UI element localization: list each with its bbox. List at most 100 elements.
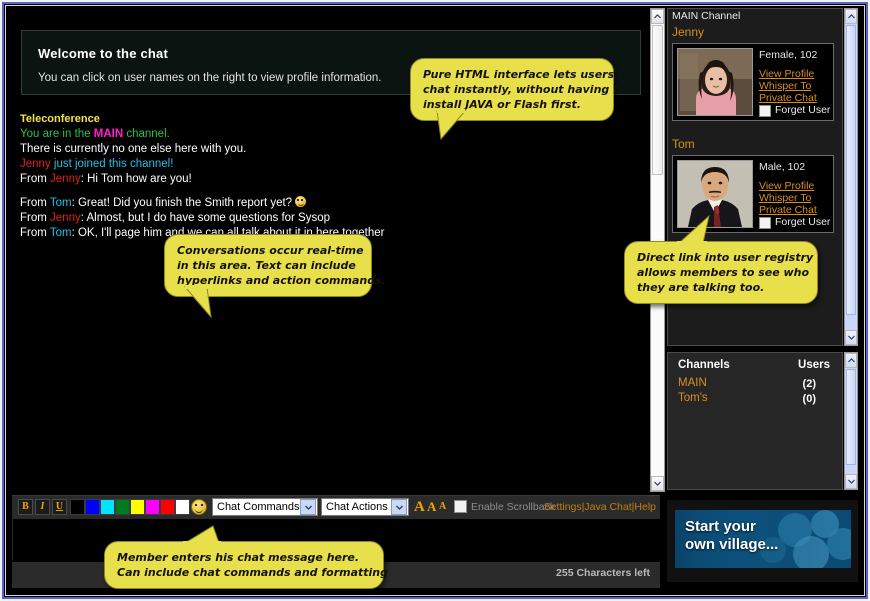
font-size-medium-button[interactable]: A	[427, 496, 436, 518]
users-scroll-down-button[interactable]	[845, 330, 857, 345]
callout-user-registry: Direct link into user registry allows me…	[624, 214, 818, 304]
transcript-segment: From	[20, 197, 50, 209]
avatar-image-jenny	[678, 49, 752, 115]
transcript-segment: Jenny	[20, 158, 51, 170]
enable-scrollback-checkbox[interactable]	[454, 500, 467, 513]
callout-html-interface: Pure HTML interface lets users chat inst…	[410, 58, 626, 141]
ad-line-1: Start your	[685, 518, 756, 535]
color-swatch[interactable]	[100, 499, 115, 515]
channel-user-count: (0)	[802, 393, 816, 405]
channels-scroll-up-button[interactable]	[845, 353, 857, 368]
private-chat-link-tom[interactable]: Private Chat	[759, 204, 817, 216]
view-profile-link-jenny[interactable]: View Profile	[759, 68, 814, 80]
transcript-segment: : Hi Tom how are you!	[80, 173, 192, 185]
color-swatch[interactable]	[175, 499, 190, 515]
chevron-down-icon[interactable]	[391, 499, 407, 515]
smiley-icon[interactable]	[191, 499, 207, 515]
channels-scrollbar-thumb[interactable]	[846, 369, 856, 465]
chat-actions-select-label: Chat Actions	[326, 501, 388, 513]
help-link[interactable]: Help	[634, 501, 656, 513]
callout-message-entry: Member enters his chat message here. Can…	[104, 525, 388, 589]
callout-line: they are talking too.	[637, 281, 765, 294]
view-profile-link-tom[interactable]: View Profile	[759, 180, 814, 192]
channel-name[interactable]: MAIN	[678, 377, 707, 389]
private-chat-link-jenny[interactable]: Private Chat	[759, 92, 817, 104]
whisper-to-link-jenny[interactable]: Whisper To	[759, 80, 811, 92]
chevron-down-icon[interactable]	[300, 499, 316, 515]
smiley-icon	[295, 196, 307, 207]
transcript-segment: MAIN	[93, 128, 124, 140]
transcript-spacer	[20, 187, 646, 196]
users-scroll-up-button[interactable]	[845, 9, 857, 24]
underline-button[interactable]: U	[52, 499, 67, 515]
color-swatch[interactable]	[145, 499, 160, 515]
ad-banner-text: Start your own village...	[685, 518, 778, 554]
chat-scroll-up-button[interactable]	[651, 9, 664, 24]
channel-name[interactable]: Tom's	[678, 392, 708, 404]
chat-transcript: Teleconference You are in the MAIN chann…	[20, 112, 646, 241]
formatting-toolbar: B I U Chat Commands Chat Actions A A A E…	[12, 495, 660, 518]
channels-panel-scrollbar[interactable]	[844, 352, 858, 490]
java-chat-link[interactable]: Java Chat	[584, 501, 631, 513]
forget-user-checkbox-jenny[interactable]	[759, 105, 771, 117]
color-swatch[interactable]	[85, 499, 100, 515]
transcript-line: From Jenny: Almost, but I do have some q…	[20, 211, 646, 226]
chat-actions-select[interactable]: Chat Actions	[321, 498, 409, 516]
chat-commands-select[interactable]: Chat Commands	[212, 498, 318, 516]
chat-scroll-down-button[interactable]	[651, 476, 664, 491]
transcript-segment: : Great! Did you finish the Smith report…	[71, 197, 293, 209]
callout-line: allows members to see who	[637, 266, 810, 279]
callout-tail-message-entry	[183, 525, 221, 545]
enable-scrollback-label: Enable Scrollback	[471, 501, 556, 513]
whisper-to-link-tom[interactable]: Whisper To	[759, 192, 811, 204]
transcript-segment: Jenny	[50, 173, 81, 185]
color-swatch[interactable]	[130, 499, 145, 515]
settings-link[interactable]: Settings	[544, 501, 582, 513]
channels-panel: Channels Users MAIN (2) Tom's (0)	[667, 352, 843, 490]
callout-line: Pure HTML interface lets users	[423, 68, 615, 81]
forget-user-checkbox-tom[interactable]	[759, 217, 771, 229]
user-meta-tom: Male, 102	[759, 161, 806, 173]
users-panel-title: MAIN Channel	[672, 10, 741, 22]
callout-conversation-area: Conversations occur real-time in this ar…	[164, 234, 386, 319]
transcript-segment: Tom	[49, 227, 72, 239]
bold-button[interactable]: B	[18, 499, 33, 515]
callout-line: Direct link into user registry	[637, 251, 814, 264]
ad-banner[interactable]: Start your own village...	[667, 500, 858, 582]
font-size-small-button[interactable]: A	[439, 496, 446, 518]
color-swatch[interactable]	[160, 499, 175, 515]
color-swatch[interactable]	[70, 499, 85, 515]
transcript-segment: From	[20, 212, 51, 224]
user-card-jenny: Female, 102 View Profile Whisper To Priv…	[672, 43, 834, 121]
channels-scroll-down-button[interactable]	[845, 474, 857, 489]
user-name-jenny[interactable]: Jenny	[672, 25, 704, 39]
users-column-header: Users	[798, 359, 830, 371]
transcript-line: There is currently no one else here with…	[20, 142, 646, 157]
callout-line: Conversations occur real-time	[177, 244, 364, 257]
channel-user-count: (2)	[802, 378, 816, 390]
users-scrollbar-thumb[interactable]	[846, 25, 856, 315]
transcript-segment: Jenny	[50, 212, 81, 224]
transcript-segment: You are in the	[20, 128, 94, 140]
transcript-line: From Jenny: Hi Tom how are you!	[20, 172, 646, 187]
font-size-large-button[interactable]: A	[414, 496, 425, 518]
transcript-line: You are in the MAIN channel.	[20, 127, 646, 142]
toolbar-links: Settings|Java Chat|Help	[544, 496, 656, 518]
chat-application-window: Welcome to the chat You can click on use…	[0, 0, 870, 601]
ad-line-2: own village...	[685, 536, 779, 553]
callout-tail-user-registry	[677, 214, 710, 245]
callout-line: in this area. Text can include	[177, 259, 356, 272]
transcript-lines: You are in the MAIN channel. There is cur…	[20, 127, 646, 241]
ad-banner-image[interactable]: Start your own village...	[675, 510, 851, 568]
callout-tail-html-interface	[436, 109, 467, 141]
callout-line: Member enters his chat message here.	[117, 551, 360, 564]
italic-button[interactable]: I	[35, 499, 50, 515]
chat-scrollbar-thumb[interactable]	[652, 25, 663, 175]
color-swatch[interactable]	[115, 499, 130, 515]
transcript-segment: There is currently no one else here with…	[20, 143, 247, 155]
transcript-segment: From	[20, 227, 50, 239]
users-panel-scrollbar[interactable]	[844, 8, 858, 346]
callout-line: chat instantly, without having to	[423, 83, 626, 96]
forget-user-label-tom: Forget User	[775, 216, 831, 228]
user-name-tom[interactable]: Tom	[672, 137, 695, 151]
